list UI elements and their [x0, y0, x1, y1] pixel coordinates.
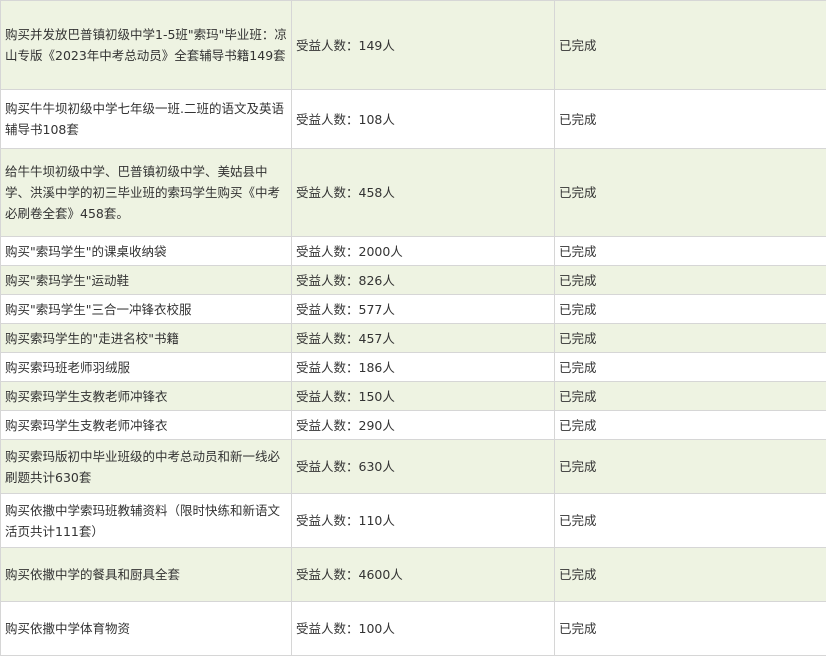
- status-cell: 已完成: [554, 148, 826, 237]
- item-cell: 购买"索玛学生"运动鞋: [0, 265, 292, 295]
- item-cell: 给牛牛坝初级中学、巴普镇初级中学、美姑县中学、洪溪中学的初三毕业班的索玛学生购买…: [0, 148, 292, 237]
- item-cell: 购买"索玛学生"三合一冲锋衣校服: [0, 294, 292, 324]
- item-cell: 购买并发放巴普镇初级中学1-5班"索玛"毕业班：凉山专版《2023年中考总动员》…: [0, 0, 292, 90]
- table-row: 购买索玛学生支教老师冲锋衣 受益人数：150人 已完成: [0, 381, 826, 411]
- item-cell: 购买索玛版初中毕业班级的中考总动员和新一线必刷题共计630套: [0, 439, 292, 494]
- beneficiaries-cell: 受益人数：630人: [291, 439, 555, 494]
- beneficiaries-cell: 受益人数：149人: [291, 0, 555, 90]
- item-cell: 购买牛牛坝初级中学七年级一班.二班的语文及英语辅导书108套: [0, 89, 292, 149]
- beneficiaries-cell: 受益人数：4600人: [291, 547, 555, 602]
- item-cell: 购买索玛班老师羽绒服: [0, 352, 292, 382]
- beneficiaries-cell: 受益人数：577人: [291, 294, 555, 324]
- status-cell: 已完成: [554, 352, 826, 382]
- table-row: 购买索玛班老师羽绒服 受益人数：186人 已完成: [0, 352, 826, 382]
- beneficiaries-cell: 受益人数：150人: [291, 381, 555, 411]
- beneficiaries-cell: 受益人数：457人: [291, 323, 555, 353]
- table-row: 购买索玛学生支教老师冲锋衣 受益人数：290人 已完成: [0, 410, 826, 440]
- item-cell: 购买索玛学生的"走进名校"书籍: [0, 323, 292, 353]
- item-cell: 购买依撒中学的餐具和厨具全套: [0, 547, 292, 602]
- status-cell: 已完成: [554, 547, 826, 602]
- beneficiaries-cell: 受益人数：186人: [291, 352, 555, 382]
- beneficiaries-cell: 受益人数：110人: [291, 493, 555, 548]
- table-row: 购买"索玛学生"运动鞋 受益人数：826人 已完成: [0, 265, 826, 295]
- item-cell: 购买索玛学生支教老师冲锋衣: [0, 381, 292, 411]
- table-row: 购买牛牛坝初级中学七年级一班.二班的语文及英语辅导书108套 受益人数：108人…: [0, 89, 826, 149]
- beneficiaries-cell: 受益人数：290人: [291, 410, 555, 440]
- table-row: 购买依撒中学索玛班教辅资料（限时快练和新语文活页共计111套） 受益人数：110…: [0, 493, 826, 548]
- table-row: 购买"索玛学生"的课桌收纳袋 受益人数：2000人 已完成: [0, 236, 826, 266]
- status-cell: 已完成: [554, 323, 826, 353]
- status-cell: 已完成: [554, 410, 826, 440]
- status-cell: 已完成: [554, 294, 826, 324]
- beneficiaries-cell: 受益人数：100人: [291, 601, 555, 656]
- table-row: 购买依撒中学体育物资 受益人数：100人 已完成: [0, 601, 826, 656]
- beneficiaries-cell: 受益人数：458人: [291, 148, 555, 237]
- item-cell: 购买依撒中学体育物资: [0, 601, 292, 656]
- item-cell: 购买索玛学生支教老师冲锋衣: [0, 410, 292, 440]
- table-row: 购买索玛版初中毕业班级的中考总动员和新一线必刷题共计630套 受益人数：630人…: [0, 439, 826, 494]
- table-row: 购买依撒中学的餐具和厨具全套 受益人数：4600人 已完成: [0, 547, 826, 602]
- status-cell: 已完成: [554, 601, 826, 656]
- table-row: 购买并发放巴普镇初级中学1-5班"索玛"毕业班：凉山专版《2023年中考总动员》…: [0, 0, 826, 90]
- status-cell: 已完成: [554, 493, 826, 548]
- table-row: 购买索玛学生的"走进名校"书籍 受益人数：457人 已完成: [0, 323, 826, 353]
- table-row: 购买"索玛学生"三合一冲锋衣校服 受益人数：577人 已完成: [0, 294, 826, 324]
- beneficiaries-cell: 受益人数：108人: [291, 89, 555, 149]
- status-cell: 已完成: [554, 265, 826, 295]
- beneficiaries-cell: 受益人数：2000人: [291, 236, 555, 266]
- item-cell: 购买依撒中学索玛班教辅资料（限时快练和新语文活页共计111套）: [0, 493, 292, 548]
- status-cell: 已完成: [554, 236, 826, 266]
- status-cell: 已完成: [554, 89, 826, 149]
- item-cell: 购买"索玛学生"的课桌收纳袋: [0, 236, 292, 266]
- status-cell: 已完成: [554, 0, 826, 90]
- status-cell: 已完成: [554, 381, 826, 411]
- donation-items-table: 购买并发放巴普镇初级中学1-5班"索玛"毕业班：凉山专版《2023年中考总动员》…: [0, 0, 826, 656]
- table-row: 给牛牛坝初级中学、巴普镇初级中学、美姑县中学、洪溪中学的初三毕业班的索玛学生购买…: [0, 148, 826, 237]
- beneficiaries-cell: 受益人数：826人: [291, 265, 555, 295]
- status-cell: 已完成: [554, 439, 826, 494]
